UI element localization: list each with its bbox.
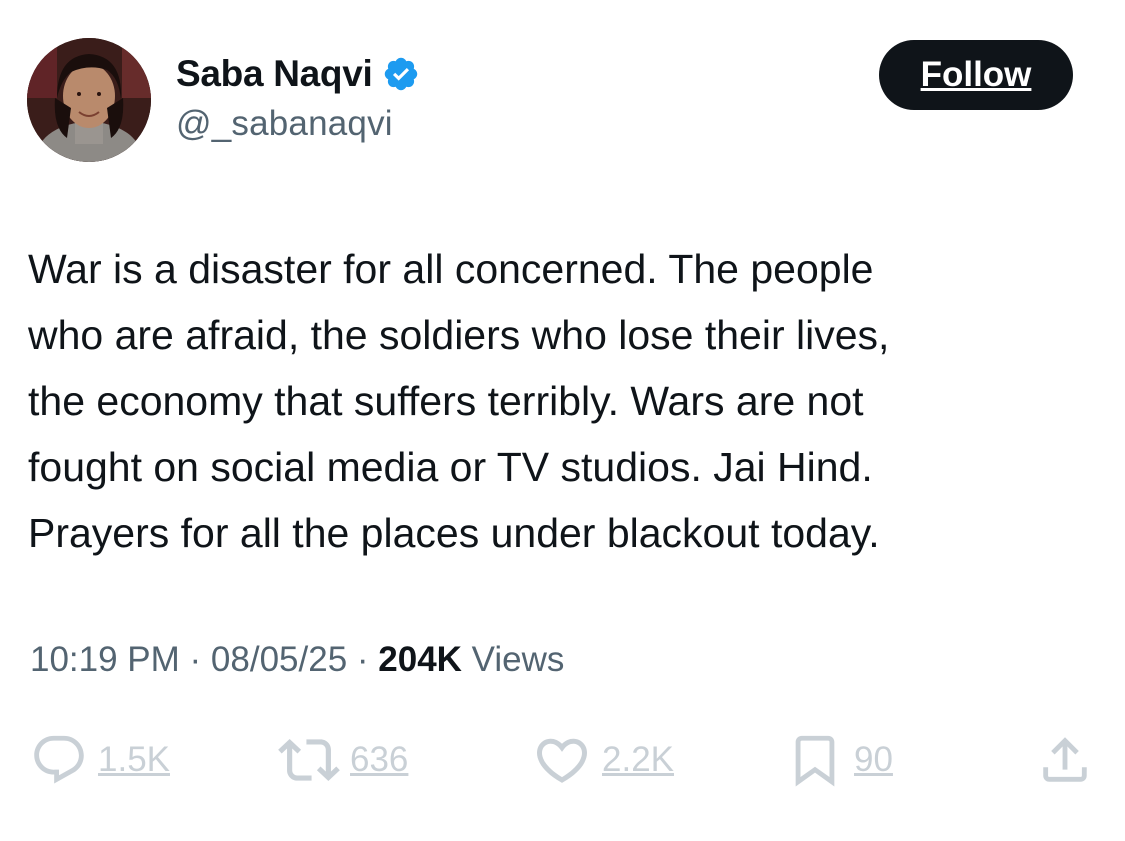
- author-handle[interactable]: @_sabanaqvi: [176, 104, 393, 144]
- views-label: Views: [461, 640, 565, 679]
- bookmark-icon: [786, 731, 844, 789]
- tweet-line: Prayers for all the places under blackou…: [28, 510, 880, 556]
- meta-separator: ·: [179, 640, 211, 679]
- tweet-text: War is a disaster for all concerned. The…: [28, 236, 1108, 566]
- tweet-line: who are afraid, the soldiers who lose th…: [28, 312, 890, 358]
- like-button[interactable]: 2.2K: [532, 730, 674, 790]
- views-count: 204K: [378, 640, 462, 679]
- tweet-meta: 10:19 PM · 08/05/25 · 204K Views: [30, 640, 564, 680]
- tweet-line: War is a disaster for all concerned. The…: [28, 246, 874, 292]
- repost-count: 636: [350, 740, 409, 779]
- reply-button[interactable]: 1.5K: [30, 730, 170, 790]
- like-icon: [532, 730, 592, 790]
- verified-badge-icon[interactable]: [382, 55, 420, 93]
- tweet-time[interactable]: 10:19 PM: [30, 640, 180, 679]
- author-name-row: Saba Naqvi: [176, 52, 420, 96]
- share-button[interactable]: [1036, 730, 1094, 790]
- follow-button[interactable]: Follow: [879, 40, 1073, 110]
- tweet-line: the economy that suffers terribly. Wars …: [28, 378, 864, 424]
- avatar[interactable]: [27, 38, 151, 162]
- bookmark-button[interactable]: 90: [786, 730, 893, 790]
- reply-icon: [30, 731, 88, 789]
- reply-count: 1.5K: [98, 740, 170, 779]
- meta-separator: ·: [347, 640, 379, 679]
- tweet-line: fought on social media or TV studios. Ja…: [28, 444, 873, 490]
- share-icon: [1036, 731, 1094, 789]
- avatar-image: [27, 38, 151, 162]
- author-name[interactable]: Saba Naqvi: [176, 53, 373, 95]
- action-bar: 1.5K 636 2.2K 90: [0, 730, 1125, 790]
- repost-button[interactable]: 636: [278, 730, 408, 790]
- tweet-date[interactable]: 08/05/25: [211, 640, 347, 679]
- like-count: 2.2K: [602, 740, 674, 779]
- repost-icon: [278, 729, 340, 791]
- bookmark-count: 90: [854, 740, 893, 779]
